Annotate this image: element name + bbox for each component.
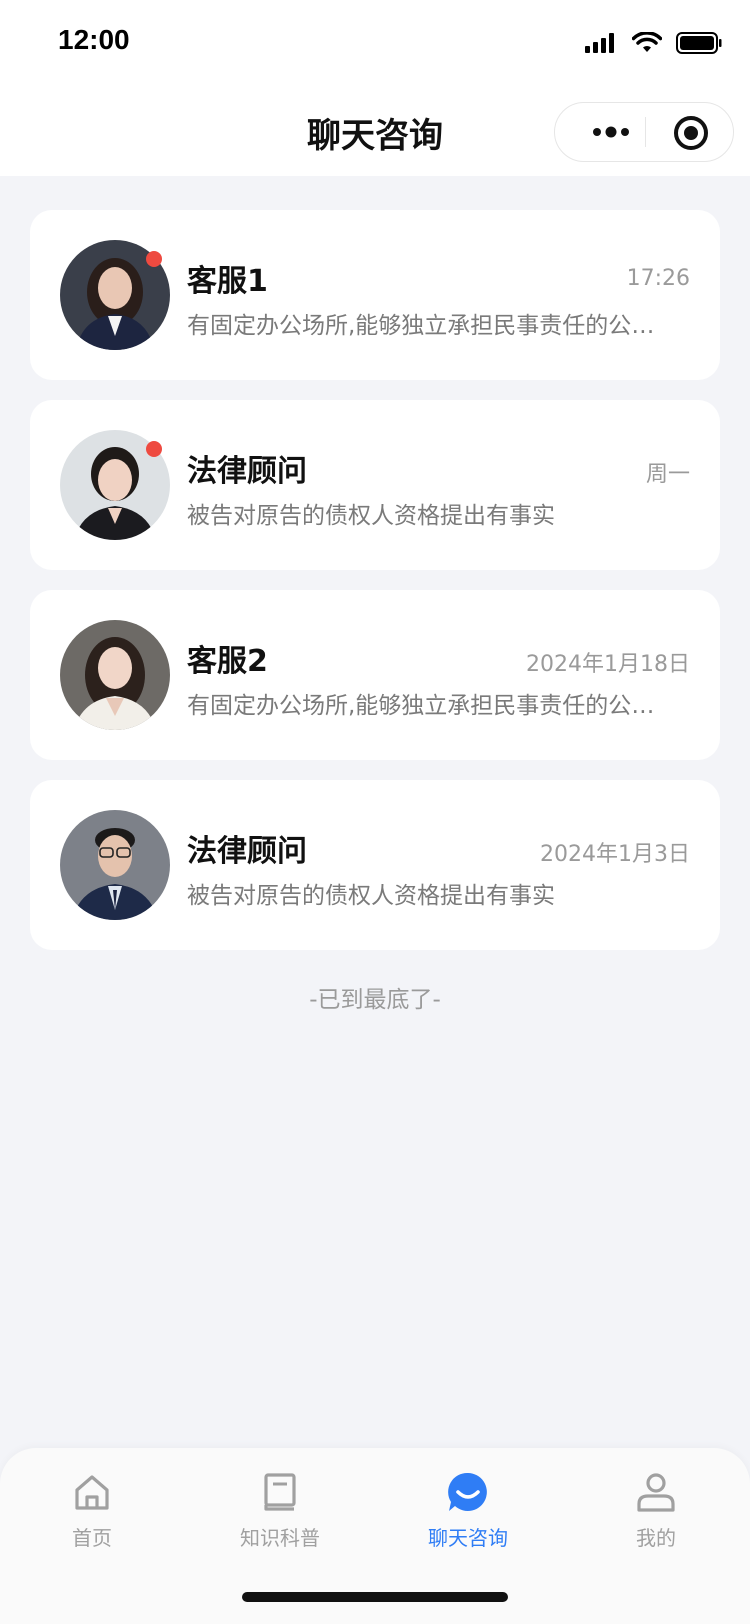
- message-time: 2024年1月18日: [526, 652, 690, 677]
- tab-label: 首页: [72, 1526, 112, 1550]
- contact-name: 法律顾问: [187, 454, 307, 489]
- chat-icon: [448, 1472, 487, 1511]
- conversation-item[interactable]: 客服2 2024年1月18日 有固定办公场所,能够独立承担民事责任的公司律师事务…: [30, 590, 720, 760]
- signal-icon: [585, 33, 614, 53]
- tab-mine[interactable]: 我的: [586, 1470, 726, 1551]
- unread-dot: [146, 251, 162, 267]
- more-icon[interactable]: [583, 103, 639, 161]
- tab-chat[interactable]: 聊天咨询: [398, 1470, 538, 1551]
- message-preview: 被告对原告的债权人资格提出有事实: [187, 503, 555, 529]
- tab-home[interactable]: 首页: [22, 1470, 162, 1551]
- contact-name: 客服2: [187, 644, 268, 679]
- avatar: [60, 810, 170, 920]
- book-icon: [264, 1473, 296, 1511]
- message-preview: 有固定办公场所,能够独立承担民事责任的公司律师事务所: [187, 313, 677, 339]
- message-time: 17:26: [626, 266, 690, 291]
- home-icon: [75, 1475, 109, 1510]
- status-bar: 12:00: [0, 0, 750, 88]
- conversation-item[interactable]: 客服1 17:26 有固定办公场所,能够独立承担民事责任的公司律师事务所: [30, 210, 720, 380]
- battery-icon: [676, 32, 722, 54]
- unread-dot: [146, 441, 162, 457]
- tab-label: 聊天咨询: [428, 1526, 508, 1550]
- list-end-text: -已到最底了-: [309, 987, 441, 1013]
- capsule-divider: [645, 117, 646, 147]
- close-miniapp-icon[interactable]: [673, 115, 709, 151]
- tab-label: 我的: [636, 1526, 676, 1550]
- message-preview: 被告对原告的债权人资格提出有事实: [187, 883, 555, 909]
- miniapp-capsule: [554, 102, 734, 162]
- user-icon: [637, 1473, 675, 1512]
- contact-name: 法律顾问: [187, 834, 307, 869]
- nav-bar: 聊天咨询: [0, 88, 750, 176]
- conversation-item[interactable]: 法律顾问 周一 被告对原告的债权人资格提出有事实: [30, 400, 720, 570]
- contact-name: 客服1: [187, 264, 268, 299]
- wifi-icon: [632, 32, 662, 52]
- message-preview: 有固定办公场所,能够独立承担民事责任的公司律师事务所: [187, 693, 677, 719]
- conversation-item[interactable]: 法律顾问 2024年1月3日 被告对原告的债权人资格提出有事实: [30, 780, 720, 950]
- message-time: 2024年1月3日: [540, 842, 690, 867]
- home-indicator: [242, 1592, 508, 1602]
- message-time: 周一: [645, 462, 690, 487]
- tab-label: 知识科普: [240, 1526, 320, 1550]
- avatar: [60, 620, 170, 730]
- tab-knowledge[interactable]: 知识科普: [210, 1470, 350, 1551]
- status-time: 12:00: [58, 24, 130, 55]
- conversation-list: 客服1 17:26 有固定办公场所,能够独立承担民事责任的公司律师事务所 法律顾…: [30, 210, 720, 970]
- status-icons: [584, 28, 722, 58]
